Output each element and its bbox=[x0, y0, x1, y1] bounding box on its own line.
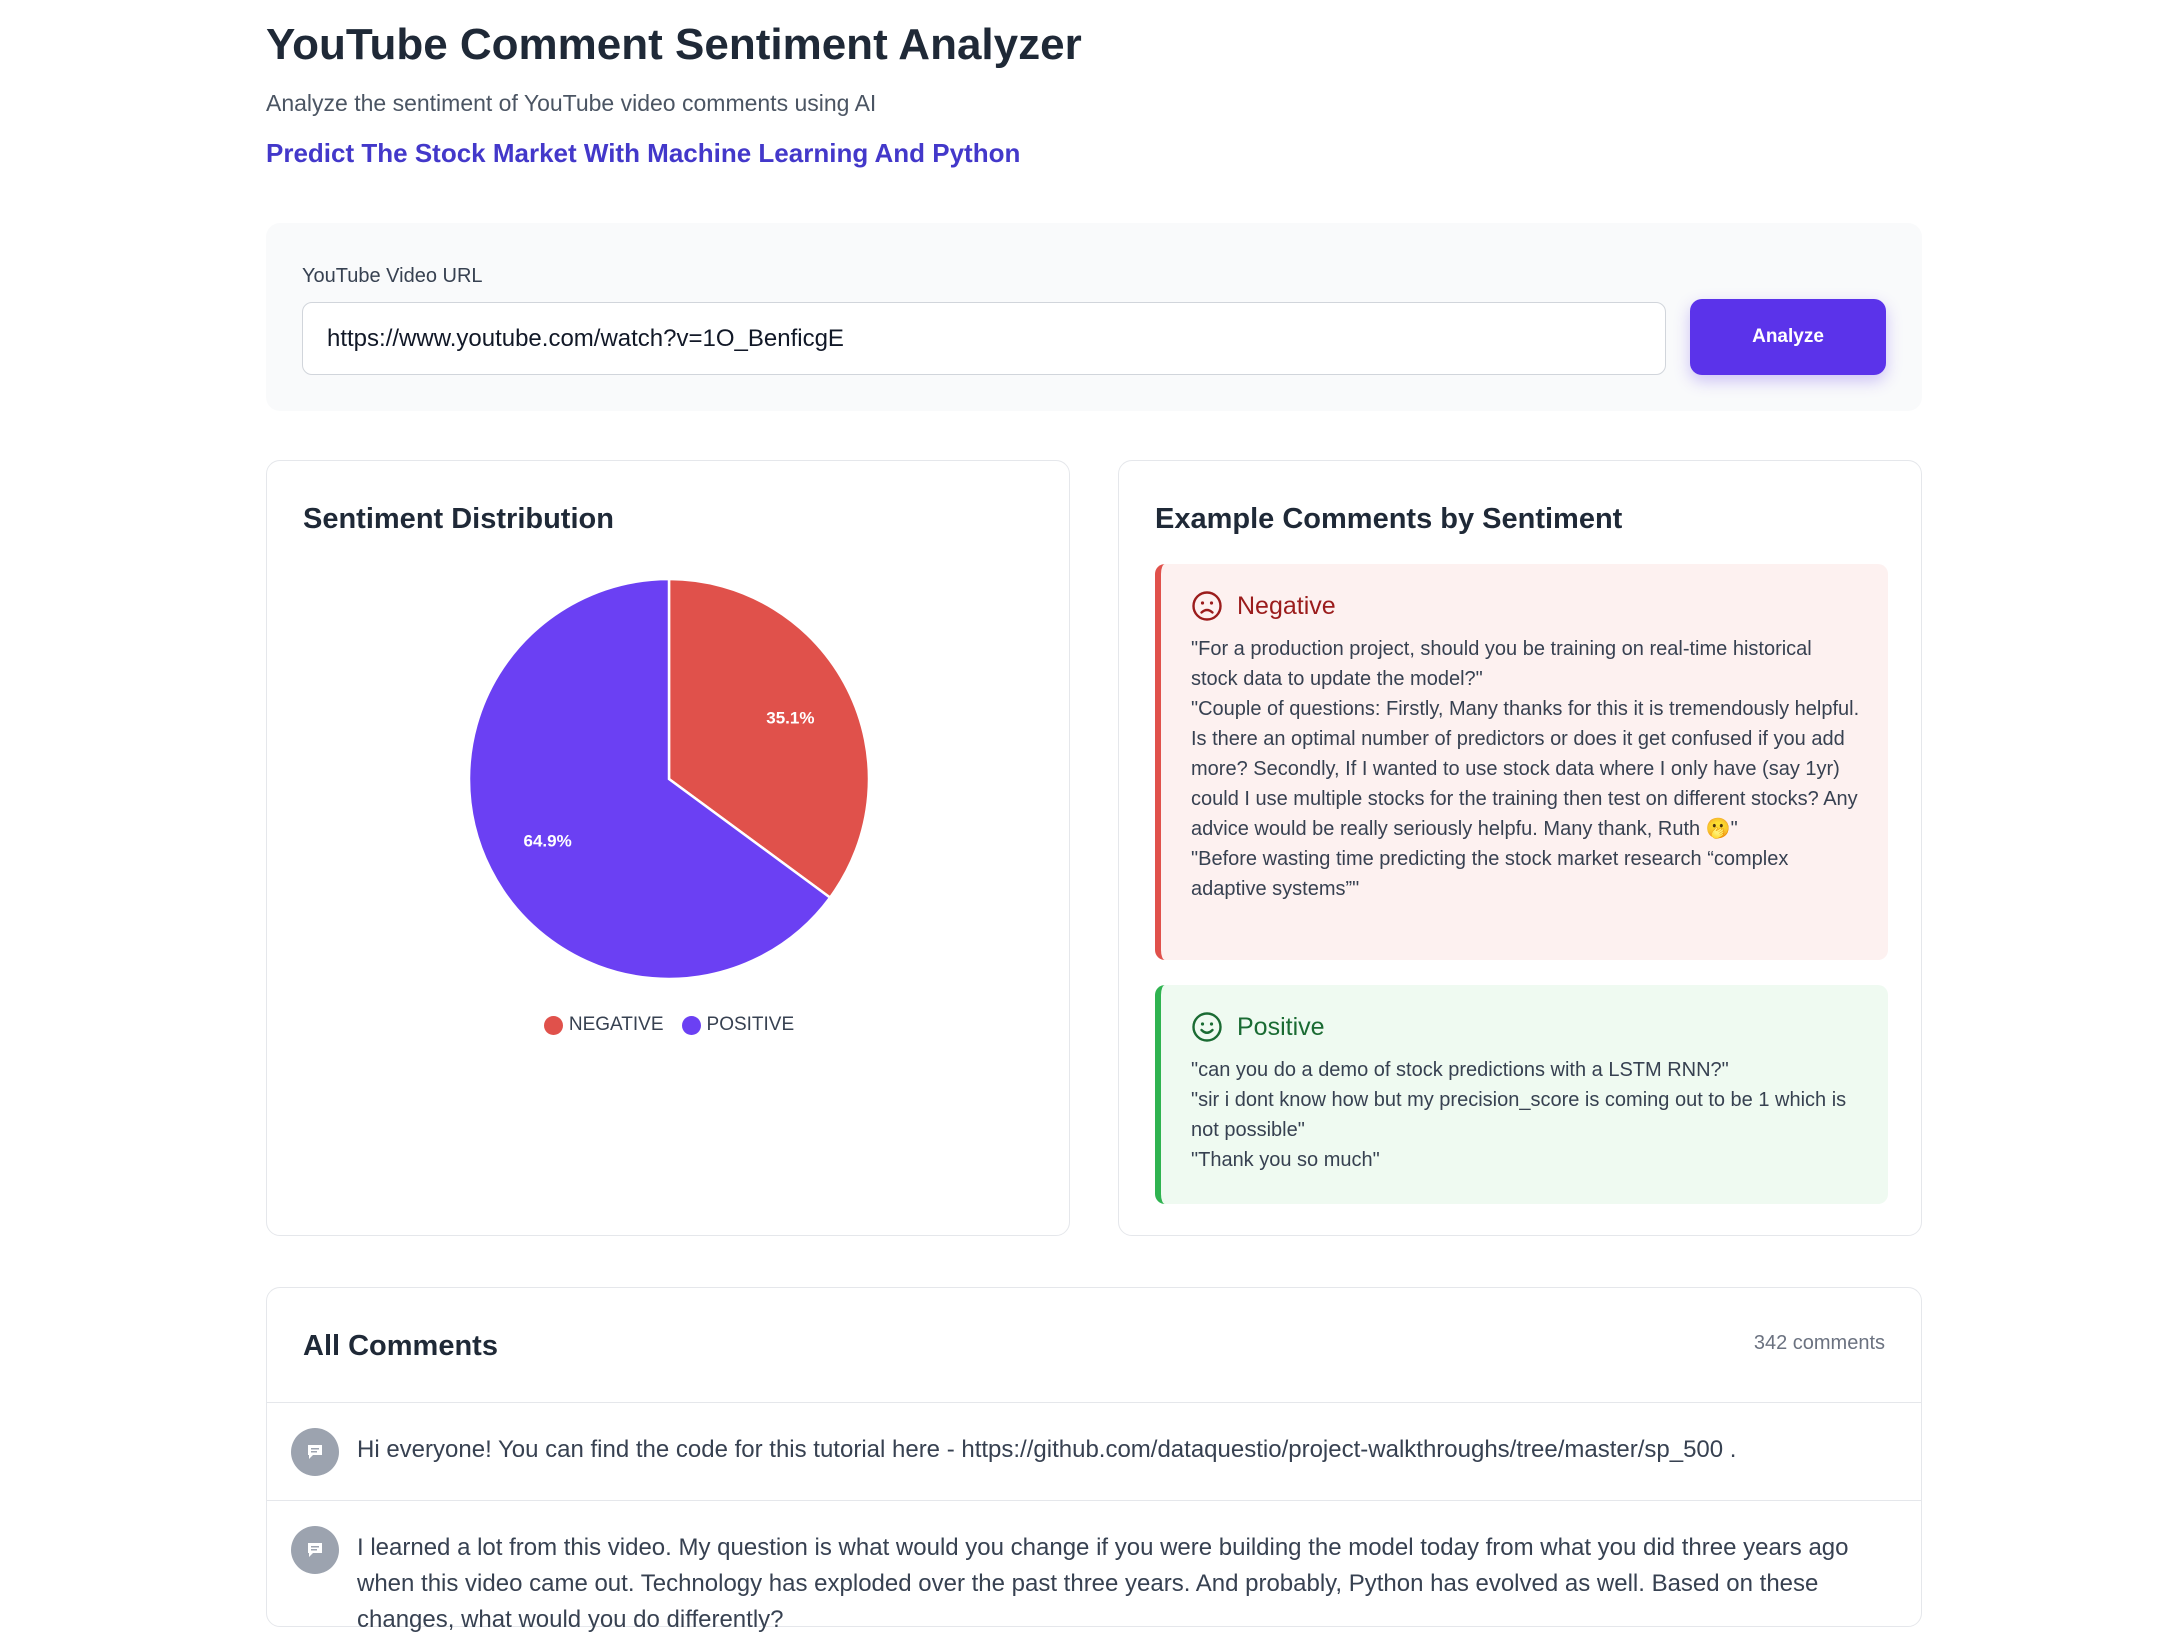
legend-swatch bbox=[543, 1015, 563, 1035]
positive-comment: "Thank you so much" bbox=[1191, 1149, 1380, 1171]
pie-data-label: 64.9% bbox=[524, 831, 572, 850]
positive-header: Positive bbox=[1191, 1011, 1860, 1043]
url-field-label: YouTube Video URL bbox=[302, 265, 483, 287]
comment-avatar bbox=[291, 1526, 339, 1574]
legend-swatch bbox=[681, 1015, 701, 1035]
legend-item-negative[interactable]: NEGATIVE bbox=[543, 1014, 664, 1036]
video-title-link[interactable]: Predict The Stock Market With Machine Le… bbox=[266, 138, 1020, 169]
all-comments-title: All Comments bbox=[303, 1330, 498, 1362]
comment-count: 342 comments bbox=[1753, 1332, 1885, 1354]
sentiment-pie-chart: 35.1% 64.9% bbox=[467, 577, 871, 981]
chart-legend: NEGATIVE POSITIVE bbox=[267, 1014, 1071, 1036]
example-comments-card: Example Comments by Sentiment Negative "… bbox=[1118, 460, 1922, 1236]
pie-data-label: 35.1% bbox=[766, 709, 814, 728]
legend-item-positive[interactable]: POSITIVE bbox=[681, 1014, 795, 1036]
all-comments-header: All Comments 342 comments bbox=[267, 1288, 1921, 1403]
comment-row: Hi everyone! You can find the code for t… bbox=[267, 1403, 1921, 1501]
positive-label: Positive bbox=[1237, 1012, 1325, 1041]
youtube-url-input[interactable] bbox=[302, 302, 1666, 375]
comment-row: I learned a lot from this video. My ques… bbox=[267, 1501, 1921, 1641]
negative-header: Negative bbox=[1191, 590, 1860, 622]
page-subtitle: Analyze the sentiment of YouTube video c… bbox=[266, 90, 877, 116]
negative-label: Negative bbox=[1237, 591, 1336, 620]
legend-label: NEGATIVE bbox=[568, 1014, 664, 1035]
comment-avatar bbox=[291, 1428, 339, 1476]
negative-comment: "For a production project, should you be… bbox=[1191, 638, 1812, 690]
url-form-panel: YouTube Video URL Analyze bbox=[266, 223, 1922, 411]
positive-comment: "sir i dont know how but my precision_sc… bbox=[1191, 1089, 1847, 1141]
frown-face-icon bbox=[1192, 591, 1222, 621]
sentiment-distribution-card: Sentiment Distribution 35.1% 64.9% NEGATI… bbox=[266, 460, 1070, 1236]
legend-label: POSITIVE bbox=[706, 1014, 795, 1035]
comment-text: Hi everyone! You can find the code for t… bbox=[357, 1436, 1737, 1463]
positive-examples-box: Positive "can you do a demo of stock pre… bbox=[1155, 985, 1888, 1204]
smile-face-icon bbox=[1192, 1012, 1222, 1042]
comment-icon bbox=[308, 1543, 322, 1557]
all-comments-card: All Comments 342 comments Hi everyone! Y… bbox=[266, 1287, 1922, 1633]
negative-examples-box: Negative "For a production project, shou… bbox=[1155, 564, 1888, 960]
analyze-button[interactable]: Analyze bbox=[1690, 299, 1886, 375]
comment-icon bbox=[308, 1445, 322, 1459]
negative-comment: "Before wasting time predicting the stoc… bbox=[1191, 848, 1789, 900]
negative-comment: "Couple of questions: Firstly, Many than… bbox=[1191, 698, 1860, 840]
positive-comment: "can you do a demo of stock predictions … bbox=[1191, 1059, 1729, 1081]
positive-comment-list: "can you do a demo of stock predictions … bbox=[1191, 1055, 1860, 1175]
examples-title: Example Comments by Sentiment bbox=[1155, 503, 1623, 535]
page-title: YouTube Comment Sentiment Analyzer bbox=[266, 20, 1082, 69]
negative-comment-list: "For a production project, should you be… bbox=[1191, 634, 1860, 904]
comment-text: I learned a lot from this video. My ques… bbox=[357, 1534, 1849, 1633]
